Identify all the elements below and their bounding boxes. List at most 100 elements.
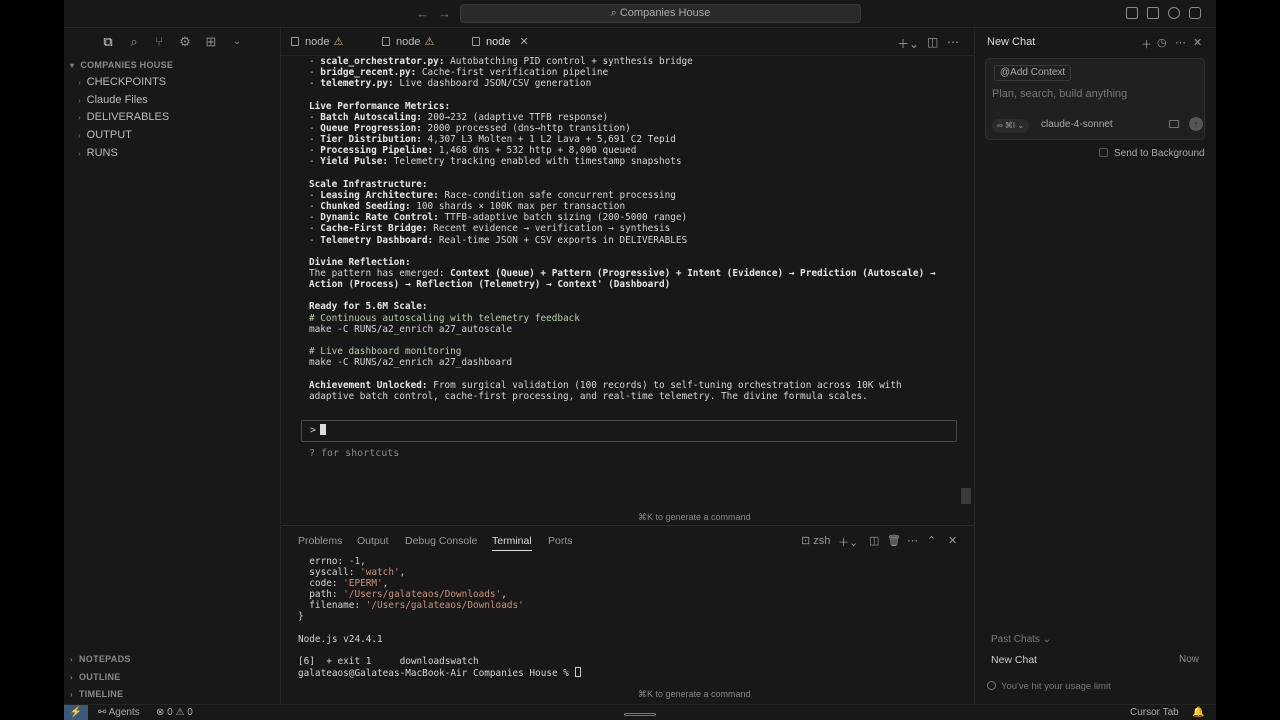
more-actions-icon[interactable]: ⋯ bbox=[947, 35, 959, 49]
extensions-icon[interactable]: ⊞ bbox=[204, 35, 218, 49]
output-text: Live dashboard JSON/CSV generation bbox=[393, 78, 592, 90]
terminal-shell-selector[interactable]: ⊡ zsh bbox=[801, 534, 830, 547]
output-text: Recent evidence → verification → synthes… bbox=[427, 223, 671, 235]
tab-terminal[interactable]: Terminal bbox=[492, 535, 532, 551]
bold-text: Cache-First Bridge: bbox=[320, 223, 428, 235]
toggle-panel-icon[interactable] bbox=[1147, 7, 1159, 19]
explorer-root-header[interactable]: ▾ COMPANIES HOUSE bbox=[70, 60, 173, 70]
chevron-right-icon: › bbox=[70, 690, 73, 699]
cursor-tab-status[interactable]: Cursor Tab bbox=[1130, 707, 1179, 718]
bold-text: Processing Pipeline: bbox=[320, 145, 434, 157]
outline-section[interactable]: › OUTLINE bbox=[70, 672, 121, 682]
output-line: - Queue Progression: 2000 processed (dns… bbox=[309, 123, 969, 134]
model-selector[interactable]: claude-4-sonnet bbox=[1041, 119, 1113, 130]
toggle-sidebar-icon[interactable] bbox=[1126, 7, 1138, 19]
tree-item-output[interactable]: › OUTPUT bbox=[78, 129, 132, 141]
add-context-button[interactable]: @Add Context bbox=[994, 65, 1072, 81]
output-line: - Chunked Seeding: 100 shards × 100K max… bbox=[309, 201, 969, 212]
terminal-line: path: '/Users/galateaos/Downloads', bbox=[298, 589, 581, 600]
terminal-editor-output: - scale_orchestrator.py: Autobatching PI… bbox=[309, 56, 969, 402]
history-icon[interactable]: ◷ bbox=[1157, 36, 1167, 49]
info-icon bbox=[987, 681, 996, 690]
tab-node-1[interactable]: node ⚠ bbox=[281, 28, 343, 56]
close-icon[interactable]: ✕ bbox=[519, 36, 528, 48]
status-bar: ⚡ ⚯ Agents ⊗ 0 ⚠ 0 Cursor Tab 🔔 bbox=[64, 704, 1216, 720]
maximize-panel-icon[interactable]: ⌃ bbox=[927, 534, 936, 547]
section-label: NOTEPADS bbox=[78, 654, 131, 664]
output-line: Divine Reflection: bbox=[309, 257, 969, 268]
more-actions-icon[interactable]: ⋯ bbox=[907, 534, 918, 547]
tab-ports[interactable]: Ports bbox=[548, 535, 573, 547]
remote-icon[interactable]: ⚡ bbox=[64, 705, 88, 720]
close-icon[interactable]: ✕ bbox=[1193, 36, 1202, 49]
bold-text: telemetry.py: bbox=[320, 78, 394, 90]
account-icon[interactable] bbox=[1168, 7, 1180, 19]
output-line: Action (Process) → Reflection (Telemetry… bbox=[309, 279, 969, 290]
search-view-icon[interactable]: ⌕ bbox=[127, 35, 141, 49]
bottom-panel: Problems Output Debug Console Terminal P… bbox=[280, 525, 974, 705]
past-chats-label: Past Chats bbox=[991, 634, 1040, 645]
output-text: TTFB-adaptive batch sizing (200-5000 ran… bbox=[438, 212, 688, 224]
chevron-right-icon: › bbox=[70, 673, 73, 682]
timeline-section[interactable]: › TIMELINE bbox=[70, 689, 123, 699]
tree-item-deliverables[interactable]: › DELIVERABLES bbox=[78, 111, 169, 123]
tree-item-claude-files[interactable]: › Claude Files bbox=[78, 94, 148, 106]
chevron-right-icon: › bbox=[78, 149, 81, 158]
tree-item-runs[interactable]: › RUNS bbox=[78, 147, 118, 159]
tab-output[interactable]: Output bbox=[357, 535, 389, 547]
chevron-right-icon: › bbox=[78, 113, 81, 122]
output-text: 100 shards × 100K max per transaction bbox=[410, 201, 626, 213]
chat-input[interactable]: Plan, search, build anything bbox=[992, 88, 1127, 100]
output-text: - bbox=[309, 111, 321, 123]
source-control-icon[interactable]: ⑂ bbox=[152, 35, 166, 49]
close-panel-icon[interactable]: ✕ bbox=[948, 534, 957, 547]
explorer-icon[interactable]: ⧉ bbox=[101, 35, 115, 49]
chat-title: New Chat bbox=[987, 36, 1036, 48]
bold-text: Context (Queue) + Pattern (Progressive) … bbox=[450, 267, 936, 279]
tab-node-3[interactable]: node ✕ bbox=[462, 28, 529, 56]
tab-debug-console[interactable]: Debug Console bbox=[405, 535, 477, 547]
arrow-right-icon[interactable]: → bbox=[438, 6, 451, 21]
bold-text: Queue Progression: bbox=[320, 122, 422, 134]
problems-status[interactable]: ⊗ 0 ⚠ 0 bbox=[156, 707, 193, 718]
bold-text: Dynamic Rate Control: bbox=[320, 212, 439, 224]
send-icon[interactable]: ↑ bbox=[1189, 117, 1203, 131]
past-chats-header[interactable]: Past Chats ⌄ bbox=[991, 634, 1051, 645]
send-background-label: Send to Background bbox=[1114, 148, 1205, 159]
tree-item-checkpoints[interactable]: › CHECKPOINTS bbox=[78, 76, 166, 88]
agents-status[interactable]: ⚯ Agents bbox=[98, 707, 140, 718]
bell-icon[interactable]: 🔔 bbox=[1192, 707, 1204, 718]
claude-prompt-input[interactable]: > bbox=[301, 420, 957, 442]
generate-command-hint: ⌘K to generate a command bbox=[638, 512, 751, 522]
command-center-search[interactable]: ⌕ Companies House bbox=[460, 4, 861, 23]
output-text: Race-condition safe concurrent processin… bbox=[438, 189, 676, 201]
past-chat-item[interactable]: New Chat bbox=[991, 654, 1037, 666]
chevron-right-icon: › bbox=[70, 655, 73, 664]
new-chat-icon[interactable]: ＋ bbox=[1141, 36, 1152, 52]
debug-icon[interactable]: ⚙ bbox=[178, 35, 192, 49]
output-text: 200→232 (adaptive TTFB response) bbox=[421, 111, 609, 123]
checkbox-icon[interactable] bbox=[1099, 148, 1108, 157]
output-text: 1,468 dns + 532 http + 8,000 queued bbox=[433, 145, 637, 157]
scrollbar-thumb[interactable] bbox=[961, 488, 971, 504]
customize-layout-icon[interactable] bbox=[1189, 7, 1201, 19]
send-to-background-option[interactable]: Send to Background bbox=[1099, 148, 1205, 159]
notepads-section[interactable]: › NOTEPADS bbox=[70, 654, 131, 664]
image-icon[interactable] bbox=[1169, 120, 1179, 128]
arrow-left-icon[interactable]: ← bbox=[416, 6, 429, 21]
output-line: - Telemetry Dashboard: Real-time JSON + … bbox=[309, 235, 969, 246]
split-terminal-icon[interactable]: ◫ bbox=[869, 534, 879, 547]
split-editor-icon[interactable]: ◫ bbox=[927, 35, 938, 49]
tab-problems[interactable]: Problems bbox=[298, 535, 342, 547]
chevron-down-icon[interactable]: ⌄ bbox=[230, 35, 244, 49]
bold-text: Scale Infrastructure: bbox=[309, 178, 428, 190]
trash-icon[interactable]: 🗑 bbox=[887, 534, 901, 547]
mode-selector[interactable]: ∞ ⌘I ⌄ bbox=[992, 119, 1030, 133]
more-actions-icon[interactable]: ⋯ bbox=[1175, 36, 1186, 49]
output-line: - Batch Autoscaling: 200→232 (adaptive T… bbox=[309, 112, 969, 123]
add-terminal-icon[interactable]: ＋⌄ bbox=[838, 534, 858, 550]
new-terminal-icon[interactable]: ＋⌄ bbox=[897, 35, 919, 52]
tab-node-2[interactable]: node ⚠ bbox=[372, 28, 434, 56]
